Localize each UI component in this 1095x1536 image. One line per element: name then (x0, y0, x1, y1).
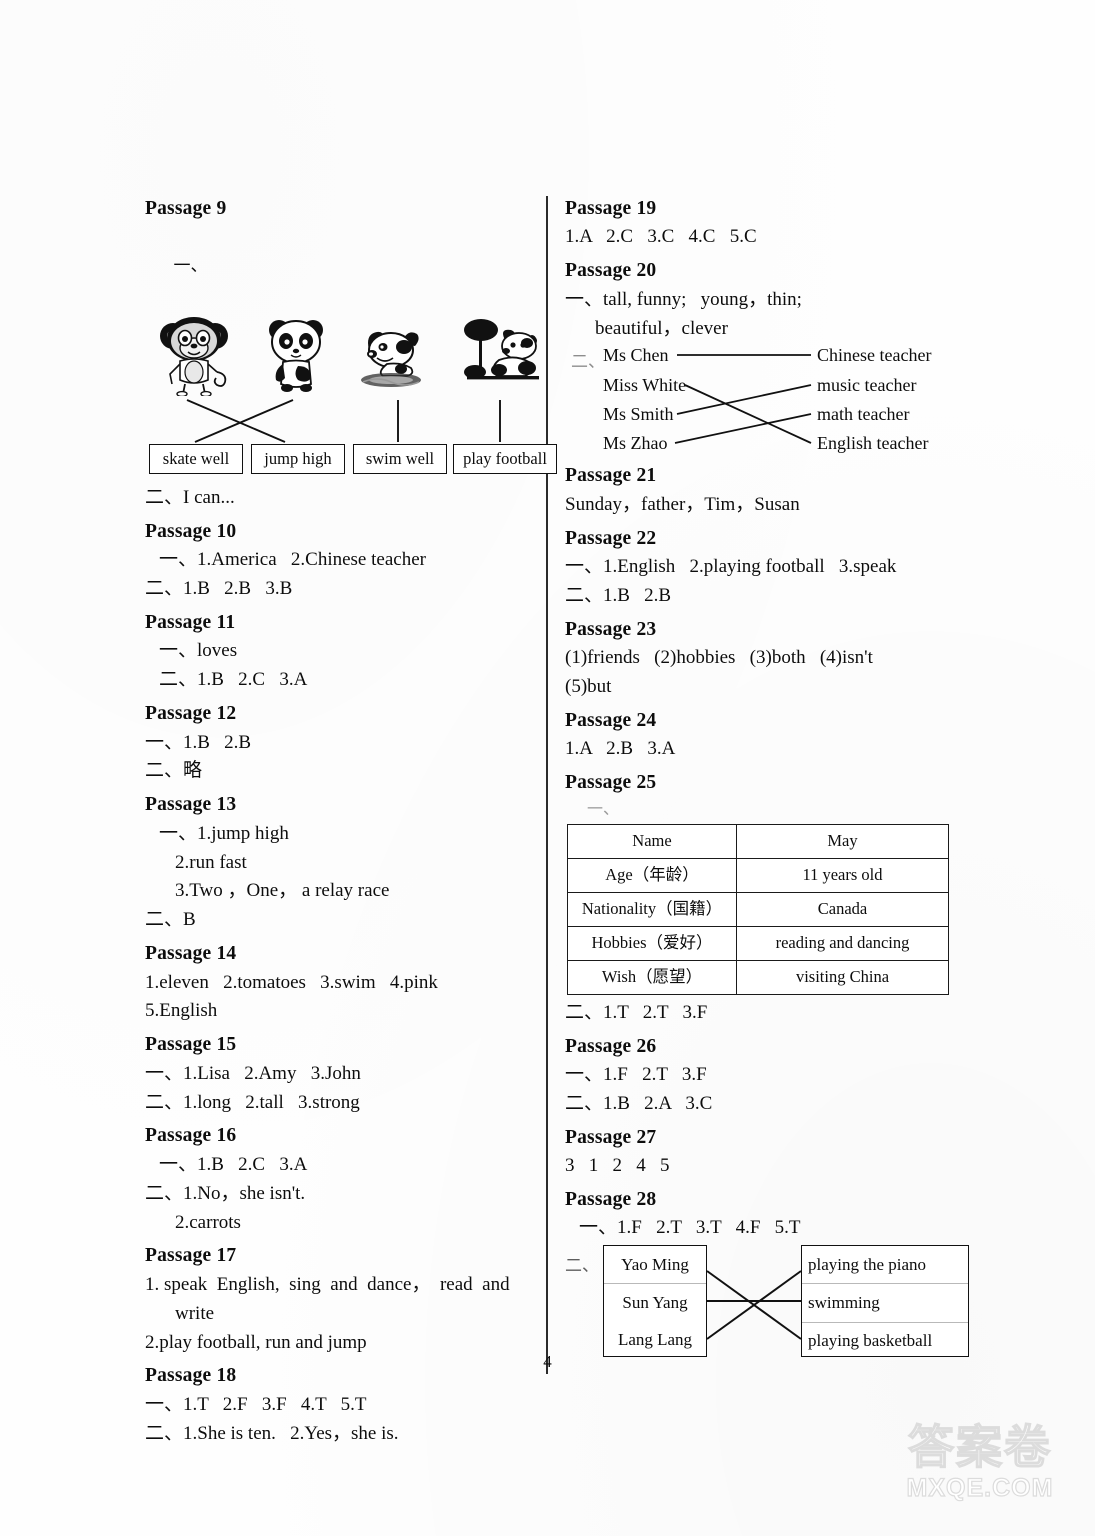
passage-heading-10: Passage 10 (145, 520, 237, 542)
table-cell-value: May (736, 823, 949, 859)
passage-heading-28: Passage 28 (565, 1188, 657, 1210)
passage-heading-24: Passage 24 (565, 709, 657, 731)
table-row: Hobbies（爱好） reading and dancing (567, 925, 949, 961)
passage-24-line-1: 1.A 2.B 3.A (565, 738, 676, 760)
passage-heading-27: Passage 27 (565, 1126, 657, 1148)
watermark: 答案卷 MXQE.COM (880, 1420, 1080, 1503)
passage-9-picture-match: skate well jump high swim well play foot… (145, 314, 557, 482)
table-cell-value: reading and dancing (736, 925, 949, 961)
watermark-text-url: MXQE.COM (906, 1473, 1054, 1502)
passage-heading-21: Passage 21 (565, 465, 657, 487)
passage-27-line-1: 3 1 2 4 5 (565, 1155, 670, 1177)
section-marker-one: 一、 (173, 256, 208, 277)
option-box-play-football[interactable]: play football (453, 444, 557, 475)
passage-22-line-1: 一、1.English 2.playing football 3.speak (565, 556, 897, 577)
passage-heading-14: Passage 14 (145, 943, 237, 965)
answer-key-page: Passage 9 一、 skate well jump high swim w… (0, 0, 1095, 1536)
passage-heading-9: Passage 9 (145, 198, 227, 219)
passage-heading-20: Passage 20 (565, 260, 657, 282)
passage-12-line-2: 二、略 (145, 760, 203, 782)
passage-18-line-2: 二、1.She is ten. 2.Yes，she is. (145, 1422, 399, 1444)
table-cell-value: Canada (736, 891, 949, 927)
passage-14-line-2: 5.English (145, 1000, 218, 1022)
passage-heading-23: Passage 23 (565, 618, 657, 640)
table-cell-key: Hobbies（爱好） (567, 925, 737, 961)
page-number: 4 (543, 1352, 552, 1371)
passage-20-line-1: 一、tall, funny; young，thin; (565, 288, 802, 310)
passage-heading-25: Passage 25 (565, 772, 657, 794)
passage-16-line-3: 2.carrots (175, 1211, 241, 1233)
passage-23-line-2: (5)but (565, 676, 612, 697)
passage-15-line-1: 一、1.Lisa 2.Amy 3.John (145, 1062, 361, 1084)
passage-16-line-2: 二、1.No，she isn't. (145, 1182, 306, 1204)
passage-25-section-marker: 一、 (587, 800, 620, 818)
passage-17-line-1: 1. speak English, sing and dance， read a… (145, 1273, 510, 1295)
passage-13-line-3: 3.Two ，One， a relay race (175, 880, 390, 902)
passage-12-line-1: 一、1.B 2.B (145, 731, 252, 753)
passage-heading-19: Passage 19 (565, 198, 657, 219)
option-box-jump-high[interactable]: jump high (251, 444, 345, 475)
passage-13-line-2: 2.run fast (175, 851, 247, 873)
passage-9-answer-two: 二、I can... (145, 487, 235, 508)
passage-heading-15: Passage 15 (145, 1034, 237, 1056)
passage-25-answer-two: 二、1.T 2.T 3.F (565, 1001, 708, 1023)
passage-heading-11: Passage 11 (145, 612, 236, 633)
passage-heading-13: Passage 13 (145, 794, 237, 816)
passage-14-line-1: 1.eleven 2.tomatoes 3.swim 4.pink (145, 971, 438, 993)
passage-17-line-2: write (175, 1302, 215, 1324)
table-cell-value: 11 years old (736, 857, 949, 893)
passage-21-line-1: Sunday，father，Tim，Susan (565, 493, 800, 515)
passage-22-line-2: 二、1.B 2.B (565, 584, 672, 606)
passage-20-connector-lines (674, 354, 812, 445)
left-column: Passage 9 一、 skate well jump high swim w… (145, 190, 557, 1449)
passage-20-line-2: beautiful，clever (595, 317, 728, 339)
table-row: Nationality（国籍） Canada (567, 891, 949, 927)
option-box-skate-well[interactable]: skate well (149, 444, 243, 475)
passage-19-line-1: 1.A 2.C 3.C 4.C 5.C (565, 226, 757, 248)
passage-heading-17: Passage 17 (145, 1245, 237, 1267)
table-row: Age（年龄） 11 years old (567, 857, 949, 893)
passage-25-profile-table: Name May Age（年龄） 11 years old Nationalit… (567, 823, 949, 995)
passage-26-line-1: 一、1.F 2.T 3.F (565, 1063, 707, 1085)
option-box-swim-well[interactable]: swim well (353, 444, 447, 475)
passage-26-line-2: 二、1.B 2.A 3.C (565, 1092, 713, 1114)
watermark-text-cn: 答案卷 (907, 1420, 1052, 1474)
passage-23-line-1: (1)friends (2)hobbies (3)both (4)isn't (565, 647, 873, 669)
passage-28-connector-lines (706, 1270, 802, 1340)
passage-10-line-1: 一、1.America 2.Chinese teacher (159, 549, 426, 571)
table-cell-key: Age（年龄） (567, 857, 737, 893)
passage-heading-12: Passage 12 (145, 703, 237, 725)
right-column: Passage 19 1.A 2.C 3.C 4.C 5.C Passage 2… (565, 190, 969, 1363)
passage-20-teacher-match: 二、 Ms Chen Miss White Ms Smith Ms Zhao C… (565, 345, 965, 457)
passage-13-line-4: 二、B (145, 909, 196, 931)
passage-heading-22: Passage 22 (565, 527, 657, 549)
passage-10-line-2: 二、1.B 2.B 3.B (145, 578, 293, 600)
table-cell-key: Wish（愿望） (567, 959, 737, 995)
table-cell-value: visiting China (736, 959, 949, 995)
table-row: Wish（愿望） visiting China (567, 959, 949, 995)
column-divider (546, 196, 548, 1374)
passage-11-line-1: 一、loves (159, 640, 238, 662)
table-row: Name May (567, 823, 949, 859)
passage-13-line-1: 一、1.jump high (159, 822, 289, 844)
table-cell-key: Nationality（国籍） (567, 891, 737, 927)
passage-28-line-1: 一、1.F 2.T 3.T 4.F 5.T (579, 1217, 801, 1239)
passage-18-line-1: 一、1.T 2.F 3.F 4.T 5.T (145, 1393, 367, 1415)
passage-heading-26: Passage 26 (565, 1035, 657, 1057)
passage-28-person-match: 二、 Yao Ming Sun Yang Lang Lang playing t… (565, 1245, 969, 1363)
passage-11-line-2: 二、1.B 2.C 3.A (159, 669, 308, 691)
passage-heading-16: Passage 16 (145, 1125, 237, 1147)
passage-16-line-1: 一、1.B 2.C 3.A (159, 1153, 308, 1175)
table-cell-key: Name (567, 823, 737, 859)
passage-15-line-2: 二、1.long 2.tall 3.strong (145, 1091, 360, 1113)
